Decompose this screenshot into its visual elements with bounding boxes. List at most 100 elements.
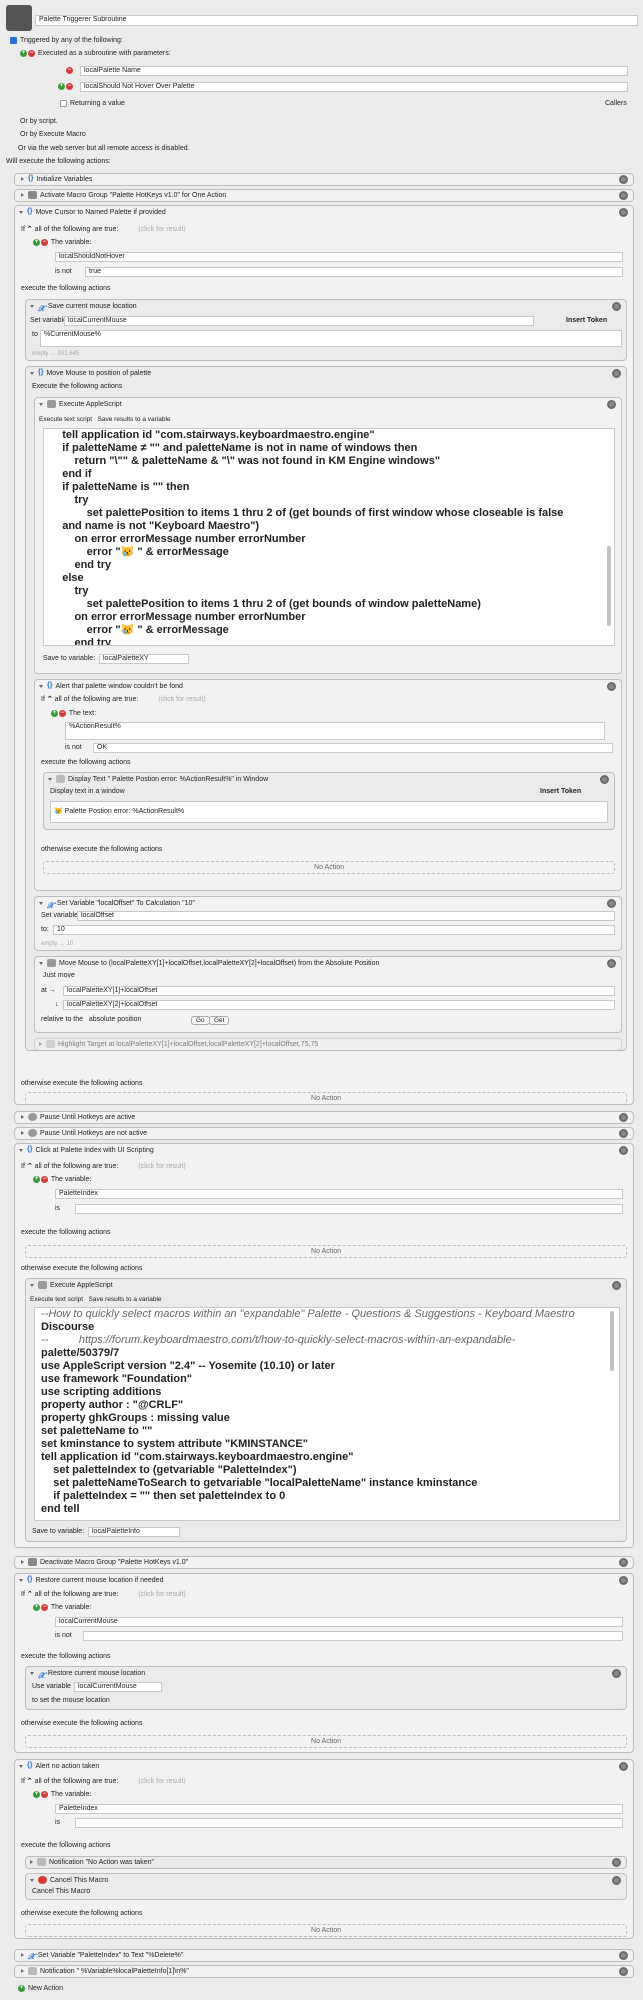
action-activate[interactable]: Activate Macro Group "Palette HotKeys v1… [14, 189, 634, 202]
gear-icon[interactable] [607, 682, 616, 691]
gear-icon[interactable] [619, 1558, 628, 1567]
action-set-offset[interactable]: 𝒳 Set Variable "localOffset" To Calculati… [34, 896, 622, 951]
expand-icon[interactable] [21, 193, 24, 198]
text-field[interactable]: %ActionResult% [65, 722, 605, 740]
no-action-placeholder[interactable]: No Action [25, 1924, 627, 1937]
use-variable-field[interactable]: localCurrentMouse [74, 1682, 162, 1692]
collapse-icon[interactable] [30, 1283, 34, 1287]
x-field[interactable]: localPaletteXY[1]+localOffset [63, 986, 615, 996]
gear-icon[interactable] [607, 959, 616, 968]
remove-icon[interactable]: − [41, 1175, 48, 1183]
action-move-mouse-to[interactable]: Move Mouse to (localPaletteXY[1]+localOf… [34, 956, 622, 1033]
get-button[interactable]: Get [209, 1016, 230, 1025]
new-action-button[interactable]: + New Action [18, 1984, 63, 1994]
value-field[interactable]: true [85, 267, 623, 277]
action-notification-no[interactable]: Notification "No Action was taken" [25, 1856, 627, 1869]
remove-icon[interactable]: − [41, 238, 48, 246]
action-restore-mouse[interactable]: 𝒳 Restore current mouse location Use vari… [25, 1666, 627, 1710]
otherwise-label[interactable]: otherwise execute the following actions [21, 1909, 142, 1919]
add-icon[interactable]: + [51, 709, 58, 717]
exec-label[interactable]: Execute the following actions [32, 382, 122, 392]
expand-icon[interactable] [21, 177, 24, 182]
collapse-icon[interactable] [30, 1671, 34, 1675]
action-display-text[interactable]: Display Text " Palette Postion error: %A… [43, 772, 615, 830]
expand-icon[interactable] [30, 1860, 33, 1865]
action-notification-last[interactable]: Notification " %Variable%localPaletteInf… [14, 1965, 634, 1978]
collapse-icon[interactable] [39, 901, 43, 905]
action-alert-palette[interactable]: {} Alert that palette window couldn't be … [34, 679, 622, 891]
action-initialize[interactable]: {} Initialize Variables [14, 173, 634, 186]
set-variable-field[interactable]: localCurrentMouse [64, 316, 534, 326]
offset-var-field[interactable]: localOffset [77, 911, 615, 921]
variable-field[interactable]: PaletteIndex [55, 1804, 623, 1814]
param-field-1[interactable]: localPalette Name [80, 66, 628, 76]
otherwise-label[interactable]: otherwise execute the following actions [41, 845, 162, 855]
remove-icon[interactable]: − [41, 1790, 48, 1798]
expand-icon[interactable] [21, 1953, 24, 1958]
action-deactivate[interactable]: Deactivate Macro Group "Palette HotKeys … [14, 1556, 634, 1569]
action-applescript-1[interactable]: Execute AppleScript Execute text script … [34, 397, 622, 674]
exec-label[interactable]: execute the following actions [21, 1841, 111, 1851]
script-editor[interactable]: --How to quickly select macros within an… [34, 1307, 620, 1521]
action-restore-if[interactable]: {} Restore current mouse location if need… [14, 1573, 634, 1753]
trigger-row[interactable]: Triggered by any of the following: [10, 36, 123, 46]
action-highlight-disabled[interactable]: Highlight Target at localPaletteXY[1]+lo… [34, 1038, 622, 1051]
gear-icon[interactable] [600, 775, 609, 784]
otherwise-label[interactable]: otherwise execute the following actions [21, 1719, 142, 1729]
insert-token-button[interactable]: Insert Token [566, 316, 607, 326]
gear-icon[interactable] [612, 369, 621, 378]
macro-title-field[interactable]: Palette Triggerer Subroutine [35, 15, 638, 26]
no-action-placeholder[interactable]: No Action [25, 1092, 627, 1105]
script-editor[interactable]: tell application id "com.stairways.keybo… [43, 428, 615, 646]
or-by-execute[interactable]: Or by Execute Macro [20, 130, 86, 140]
gear-icon[interactable] [619, 175, 628, 184]
add-icon[interactable]: + [20, 49, 27, 57]
collapse-icon[interactable] [39, 402, 43, 406]
remove-icon[interactable]: − [41, 1603, 48, 1611]
gear-icon[interactable] [619, 1113, 628, 1122]
insert-token-button[interactable]: Insert Token [540, 787, 581, 797]
gear-icon[interactable] [612, 1281, 621, 1290]
gear-icon[interactable] [619, 1129, 628, 1138]
variable-field[interactable]: PaletteIndex [55, 1189, 623, 1199]
remove-icon[interactable]: − [59, 709, 66, 717]
value-field[interactable] [75, 1204, 623, 1214]
add-param-icon[interactable]: + [58, 82, 65, 90]
collapse-icon[interactable] [30, 1878, 34, 1882]
gear-icon[interactable] [619, 1967, 628, 1976]
action-alert-no[interactable]: {} Alert no action taken If ⌃ all of the … [14, 1759, 634, 1939]
param-field-2[interactable]: localShould Not Hover Over Palette [80, 82, 628, 92]
gear-icon[interactable] [619, 1576, 628, 1585]
expand-icon[interactable] [21, 1131, 24, 1136]
exec-label[interactable]: execute the following actions [21, 284, 111, 294]
returning-checkbox[interactable] [60, 99, 67, 107]
otherwise-label[interactable]: otherwise execute the following actions [21, 1079, 142, 1089]
just-move-popup[interactable]: Just move [43, 971, 75, 981]
remove-param-icon[interactable]: − [66, 82, 73, 90]
display-mode-popup[interactable]: Display text in a window [50, 787, 125, 797]
gear-icon[interactable] [619, 1762, 628, 1771]
value-field[interactable] [75, 1818, 623, 1828]
no-action-placeholder[interactable]: No Action [43, 861, 615, 874]
variable-field[interactable]: localCurrentMouse [55, 1617, 623, 1627]
no-action-placeholder[interactable]: No Action [25, 1245, 627, 1258]
is-popup[interactable]: is [55, 1818, 60, 1828]
gear-icon[interactable] [619, 208, 628, 217]
to-field[interactable]: %CurrentMouse% [40, 330, 622, 347]
add-icon[interactable]: + [33, 1175, 40, 1183]
or-by-script[interactable]: Or by script. [20, 117, 58, 127]
no-action-placeholder[interactable]: No Action [25, 1735, 627, 1748]
exec-label[interactable]: execute the following actions [21, 1652, 111, 1662]
save-to-field[interactable]: localPaletteInfo [88, 1527, 180, 1537]
collapse-icon[interactable] [48, 777, 52, 781]
action-set-pidx[interactable]: 𝒳 Set Variable "PaletteIndex" to Text "%D… [14, 1949, 634, 1962]
action-applescript-2[interactable]: Execute AppleScript Execute text script … [25, 1278, 627, 1542]
remove-icon[interactable]: − [28, 49, 35, 57]
expand-icon[interactable] [21, 1560, 24, 1565]
action-save-mouse[interactable]: 𝒳 Save current mouse location Set variabl… [25, 299, 627, 361]
display-text-field[interactable]: 😿 Palette Postion error: %ActionResult% [50, 801, 608, 823]
action-move-mouse-palette[interactable]: {} Move Mouse to position of palette Exec… [25, 366, 627, 1051]
otherwise-label[interactable]: otherwise execute the following actions [21, 1264, 142, 1274]
go-button[interactable]: Go [191, 1016, 210, 1025]
expand-icon[interactable] [21, 1969, 24, 1974]
